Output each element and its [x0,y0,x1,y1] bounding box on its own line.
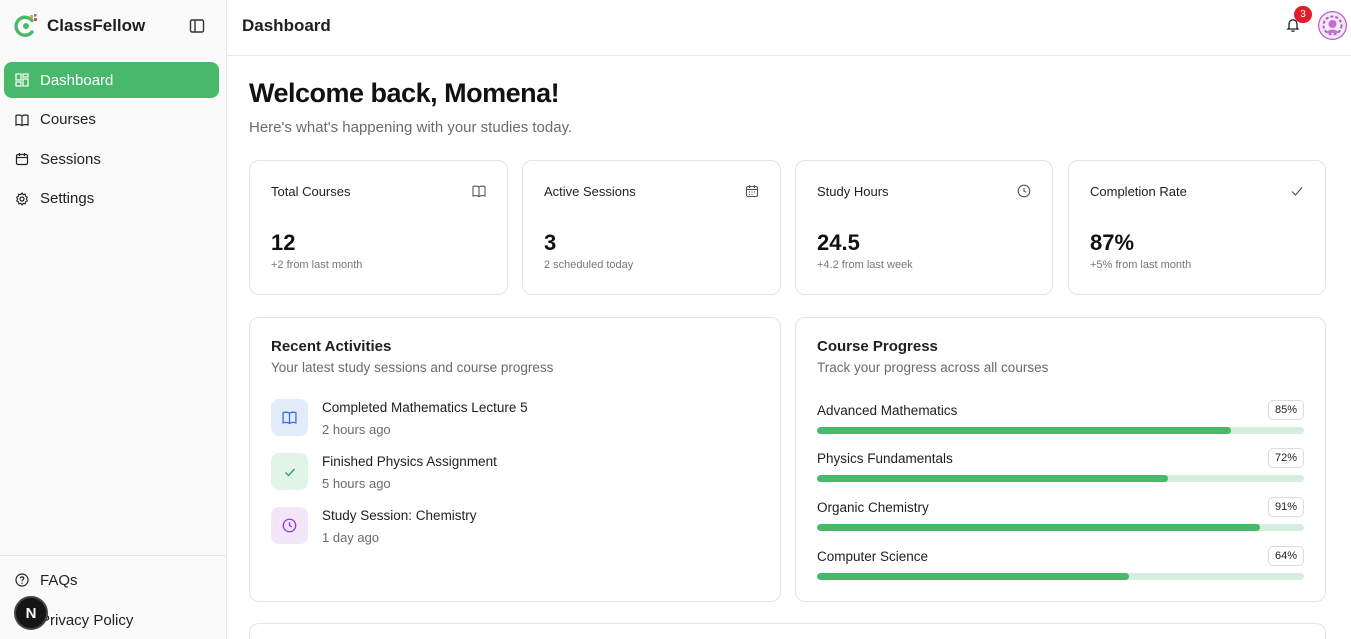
stat-title: Study Hours [817,184,889,199]
course-progress-card: Course Progress Track your progress acro… [795,317,1326,602]
progress-bar [817,475,1304,482]
divider [0,555,227,556]
sidebar-item-courses[interactable]: Courses [4,102,219,138]
sidebar-item-label: Sessions [40,150,101,168]
stat-value: 3 [544,230,557,255]
course-progress-title: Course Progress [817,338,938,355]
stat-value: 87% [1090,230,1135,255]
stat-note: +4.2 from last week [817,259,913,271]
brand-name: ClassFellow [47,16,146,35]
book-icon [282,411,297,425]
stat-card-total-courses: Total Courses 12 +2 from last month [249,160,508,295]
progress-bar [817,524,1304,531]
clock-icon [1017,184,1031,198]
classfellow-logo-icon [14,14,37,37]
welcome-subtitle: Here's what's happening with your studie… [249,119,573,136]
activity-icon [271,399,308,436]
check-icon [1291,187,1303,196]
sidebar-item-label: Dashboard [40,71,114,89]
sidebar-nav: Dashboard Courses Sessions Settings [4,62,219,220]
activity-item[interactable]: Study Session: Chemistry 1 day ago [271,507,721,547]
activity-title: Finished Physics Assignment [322,454,497,469]
sidebar-item-label: Settings [40,190,95,208]
course-progress-subtitle: Track your progress across all courses [817,360,1049,375]
recent-activities-title: Recent Activities [271,338,392,355]
stat-value: 12 [271,230,296,255]
sidebar-item-dashboard[interactable]: Dashboard [4,62,219,98]
gear-icon [15,191,29,206]
book-icon [472,185,486,198]
activity-time: 1 day ago [322,530,380,545]
brand[interactable]: ClassFellow [14,12,145,40]
page-title: Dashboard [242,16,331,35]
course-progress-item: Physics Fundamentals 72% [817,448,1305,488]
sidebar-item-faqs[interactable]: FAQs [4,562,219,598]
dashboard-icon [15,73,29,87]
course-name: Organic Chemistry [817,500,929,515]
stat-note: +2 from last month [271,259,363,271]
progress-bar [817,573,1304,580]
activity-item[interactable]: Completed Mathematics Lecture 5 2 hours … [271,399,721,439]
course-progress-item: Organic Chemistry 91% [817,497,1305,537]
activity-title: Completed Mathematics Lecture 5 [322,400,528,415]
help-circle-icon [15,573,29,587]
check-icon [284,468,295,476]
course-name: Advanced Mathematics [817,403,958,418]
stat-card-active-sessions: Active Sessions 3 2 scheduled today [522,160,781,295]
stat-card-completion-rate: Completion Rate 87% +5% from last month [1068,160,1326,295]
stat-title: Total Courses [271,184,351,199]
book-icon [15,114,29,126]
course-name: Physics Fundamentals [817,451,953,466]
sidebar-item-sessions[interactable]: Sessions [4,141,219,177]
activity-time: 2 hours ago [322,422,391,437]
activity-icon [271,453,308,490]
main-content: Welcome back, Momena! Here's what's happ… [227,56,1351,639]
activity-title: Study Session: Chemistry [322,508,477,523]
sidebar-item-label: Privacy Policy [40,611,134,629]
progress-bar-fill [817,573,1129,580]
avatar[interactable] [1318,11,1347,40]
recent-activities-subtitle: Your latest study sessions and course pr… [271,360,554,375]
progress-percent-badge: 85% [1267,400,1304,420]
sidebar: ClassFellow Dashboard Courses Sessions S… [0,0,227,639]
stat-title: Active Sessions [544,184,636,199]
progress-bar [817,427,1304,434]
course-name: Computer Science [817,549,929,564]
progress-percent-badge: 72% [1267,448,1304,468]
welcome-heading: Welcome back, Momena! [249,78,560,108]
additional-card [249,623,1326,639]
activity-item[interactable]: Finished Physics Assignment 5 hours ago [271,453,721,493]
course-progress-item: Advanced Mathematics 85% [817,400,1305,440]
notification-count-badge: 3 [1294,6,1312,23]
activity-time: 5 hours ago [322,476,391,491]
stat-note: 2 scheduled today [544,259,634,271]
stat-note: +5% from last month [1090,259,1192,271]
sidebar-item-label: Courses [40,111,96,129]
progress-percent-badge: 64% [1267,546,1304,566]
progress-bar-fill [817,427,1231,434]
dev-tools-badge[interactable]: N [14,596,48,630]
progress-percent-badge: 91% [1267,497,1304,517]
stat-title: Completion Rate [1090,184,1187,199]
sidebar-toggle-icon[interactable] [188,17,206,35]
sidebar-item-label: FAQs [40,571,78,589]
course-progress-item: Computer Science 64% [817,546,1305,586]
top-bar: Dashboard 3 [227,0,1351,56]
sidebar-item-settings[interactable]: Settings [4,181,219,217]
stat-value: 24.5 [817,230,860,255]
calendar-icon [15,153,29,166]
clock-icon [282,518,297,533]
stat-card-study-hours: Study Hours 24.5 +4.2 from last week [795,160,1053,295]
progress-bar-fill [817,524,1261,531]
calendar-icon [745,185,759,198]
recent-activities-card: Recent Activities Your latest study sess… [249,317,781,602]
progress-bar-fill [817,475,1168,482]
activity-icon [271,507,308,544]
